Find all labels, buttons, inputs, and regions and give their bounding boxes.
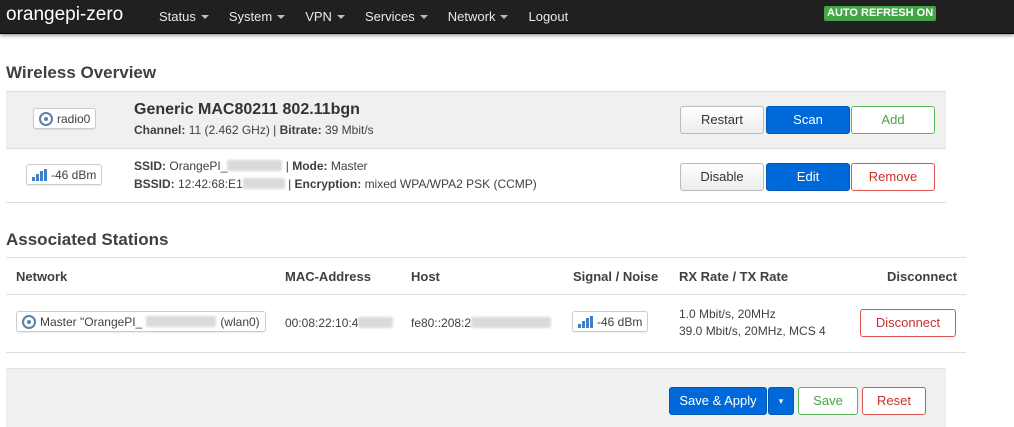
- station-host: fe80::208:2: [411, 316, 552, 330]
- signal-value: -46 dBm: [51, 167, 97, 182]
- wifi-radio-icon: [22, 314, 36, 329]
- ssid-label: SSID:: [134, 159, 167, 173]
- menu-network[interactable]: Network: [448, 9, 509, 24]
- table-row: Master "OrangePI_ (wlan0) 00:08:22:10:4 …: [6, 295, 966, 353]
- station-mac: 00:08:22:10:4: [285, 316, 394, 330]
- disable-button[interactable]: Disable: [680, 163, 764, 191]
- device-info: Channel: 11 (2.462 GHz) | Bitrate: 39 Mb…: [134, 123, 374, 137]
- col-signal: Signal / Noise: [573, 269, 659, 284]
- chevron-down-icon: [500, 15, 509, 19]
- signal-badge: -46 dBm: [26, 164, 103, 185]
- channel-value: 11 (2.462 GHz): [188, 123, 270, 137]
- chevron-down-icon: [419, 15, 428, 19]
- chevron-down-icon: [277, 15, 286, 19]
- station-signal-value: -46 dBm: [597, 314, 643, 329]
- menu-logout[interactable]: Logout: [528, 9, 568, 24]
- wireless-table: radio0 Generic MAC80211 802.11bgn Channe…: [6, 91, 946, 203]
- col-rate: RX Rate / TX Rate: [679, 269, 789, 284]
- menu-system[interactable]: System: [229, 9, 286, 24]
- station-interface: (wlan0): [220, 314, 260, 329]
- col-disconnect: Disconnect: [887, 269, 958, 284]
- menu-vpn[interactable]: VPN: [305, 9, 345, 24]
- encryption-label: Encryption:: [294, 177, 362, 191]
- menu-status[interactable]: Status: [159, 9, 209, 24]
- stations-table: Network MAC-Address Host Signal / Noise …: [6, 257, 966, 353]
- radio-device-row: radio0 Generic MAC80211 802.11bgn Channe…: [6, 91, 946, 148]
- bitrate-label: Bitrate:: [279, 123, 322, 137]
- bitrate-value: 39 Mbit/s: [325, 123, 374, 137]
- station-network-badge: Master "OrangePI_ (wlan0): [16, 311, 266, 332]
- ssid-line: SSID: OrangePI_ | Mode: Master: [134, 159, 368, 173]
- radio-badge-label: radio0: [57, 111, 91, 126]
- station-rx-rate: 1.0 Mbit/s, 20MHz: [679, 307, 776, 321]
- mode-label: Mode:: [292, 159, 328, 173]
- station-tx-rate: 39.0 Mbit/s, 20MHz, MCS 4: [679, 324, 826, 338]
- bssid-value: 12:42:68:E1: [178, 177, 243, 191]
- auto-refresh-badge[interactable]: AUTO REFRESH ON: [824, 6, 937, 21]
- device-title: Generic MAC80211 802.11bgn: [134, 101, 360, 118]
- redacted-bssid: [242, 178, 285, 189]
- mode-value: Master: [330, 159, 368, 173]
- redacted-ssid: [227, 160, 283, 171]
- redacted-network: [146, 316, 217, 327]
- chevron-down-icon: [336, 15, 345, 19]
- redacted-host: [471, 317, 552, 328]
- restart-button[interactable]: Restart: [680, 106, 764, 134]
- signal-strength-icon: [32, 168, 47, 181]
- redacted-mac: [358, 317, 394, 328]
- remove-button[interactable]: Remove: [851, 163, 935, 191]
- scan-button[interactable]: Scan: [766, 106, 850, 134]
- menu-services[interactable]: Services: [365, 9, 428, 24]
- save-apply-button[interactable]: Save & Apply: [669, 387, 767, 415]
- radio-badge: radio0: [33, 108, 97, 129]
- bssid-label: BSSID:: [134, 177, 175, 191]
- col-host: Host: [411, 269, 440, 284]
- col-mac: MAC-Address: [285, 269, 371, 284]
- top-navbar: orangepi-zero Status System VPN Services…: [0, 0, 1014, 34]
- save-button[interactable]: Save: [798, 387, 858, 415]
- encryption-value: mixed WPA/WPA2 PSK (CCMP): [364, 177, 537, 191]
- bssid-line: BSSID: 12:42:68:E1 | Encryption: mixed W…: [134, 177, 537, 191]
- main-menu: Status System VPN Services Network Logou…: [159, 9, 588, 24]
- col-network: Network: [16, 269, 68, 284]
- add-button[interactable]: Add: [851, 106, 935, 134]
- wireless-overview-heading: Wireless Overview: [6, 63, 157, 82]
- wireless-network-row: -46 dBm SSID: OrangePI_ | Mode: Master B…: [6, 148, 946, 203]
- station-network-name: Master "OrangePI_: [40, 314, 143, 329]
- edit-button[interactable]: Edit: [766, 163, 850, 191]
- save-apply-dropdown[interactable]: ▾: [768, 387, 794, 415]
- signal-strength-icon: [578, 315, 593, 328]
- station-signal-badge: -46 dBm: [572, 311, 649, 332]
- chevron-down-icon: [200, 15, 209, 19]
- wifi-radio-icon: [39, 111, 53, 126]
- disconnect-button[interactable]: Disconnect: [860, 309, 956, 337]
- stations-table-header: Network MAC-Address Host Signal / Noise …: [6, 257, 966, 295]
- associated-stations-heading: Associated Stations: [6, 230, 169, 249]
- form-actions: Save & Apply ▾ Save Reset: [6, 368, 946, 427]
- channel-label: Channel:: [134, 123, 186, 137]
- reset-button[interactable]: Reset: [862, 387, 926, 415]
- brand-title[interactable]: orangepi-zero: [6, 4, 123, 26]
- ssid-value: OrangePI_: [169, 159, 228, 173]
